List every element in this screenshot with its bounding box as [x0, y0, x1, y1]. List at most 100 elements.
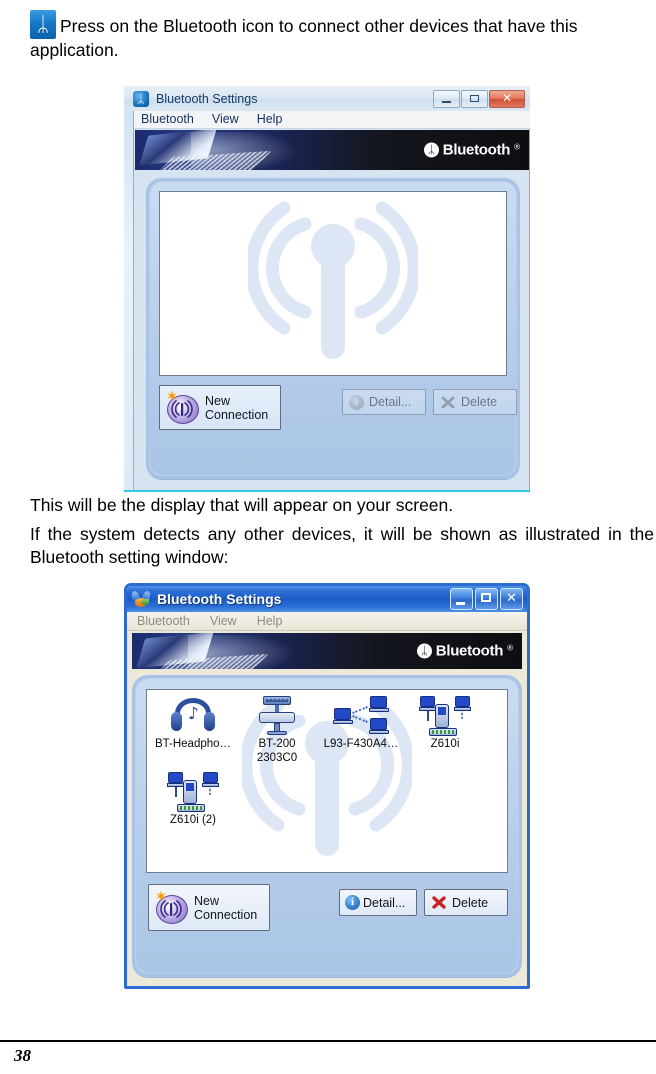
menu-item-help[interactable]: Help	[248, 111, 292, 128]
computer-screen	[420, 696, 435, 707]
network-shape	[333, 696, 389, 736]
printer-shape	[257, 696, 297, 736]
menu-bar[interactable]: Bluetooth View Help	[127, 612, 527, 631]
menu-item-bluetooth[interactable]: Bluetooth	[127, 612, 200, 630]
headphone-cup-left	[171, 712, 182, 731]
new-connection-button[interactable]: ✶ New Connection	[148, 884, 270, 931]
list-item[interactable]: L93-F430A4…	[317, 696, 405, 752]
computer-base	[333, 720, 353, 724]
list-item[interactable]: BT-200 2303C0	[233, 696, 321, 765]
phone-pc-right	[454, 696, 471, 711]
maximize-button[interactable]	[461, 89, 488, 108]
phone-icon	[401, 696, 489, 738]
printer-base	[259, 712, 295, 723]
bluetooth-icon: ᛦ	[30, 10, 56, 39]
close-button[interactable]: ✕	[500, 588, 523, 610]
middle-text-block: This will be the display that will appea…	[30, 494, 654, 571]
new-connection-sparkle: ✶	[166, 388, 178, 405]
list-item[interactable]: ♪ BT-Headpho…	[149, 696, 237, 752]
new-connection-button[interactable]: ✶ New Connection	[159, 385, 281, 430]
phone-glyph	[167, 772, 219, 812]
network-glyph	[333, 696, 389, 736]
phone-stem-left	[427, 711, 429, 721]
window-title: Bluetooth Settings	[156, 91, 258, 106]
close-icon: ✕	[506, 591, 517, 606]
maximize-button[interactable]	[475, 588, 498, 610]
list-item[interactable]: Z610i	[401, 696, 489, 752]
new-connection-icon: ✶	[154, 890, 188, 925]
laptop-graphic	[139, 130, 311, 170]
phone-stem-right	[461, 711, 463, 719]
bluetooth-banner: ᛦ Bluetooth ®	[135, 130, 529, 170]
list-item-label: Z610i	[430, 738, 460, 750]
minimize-button[interactable]	[450, 588, 473, 610]
phone-stem-left	[175, 787, 177, 797]
caption-buttons[interactable]: ✕	[433, 89, 525, 108]
phone-glyph	[419, 696, 471, 736]
window-bottom-accent-line	[124, 490, 530, 492]
handset-screen	[186, 783, 194, 791]
x-mark-svg	[441, 396, 455, 408]
phone-shape	[167, 772, 219, 812]
menu-item-bluetooth[interactable]: Bluetooth	[134, 111, 203, 128]
detail-label: Detail...	[369, 395, 412, 409]
phone-handset	[435, 704, 449, 728]
menu-item-view[interactable]: View	[203, 111, 248, 128]
laptop-glow	[188, 635, 308, 669]
close-button[interactable]: ✕	[489, 89, 525, 108]
bluetooth-glyph: ᛦ	[36, 12, 50, 36]
bluetooth-icon: ᛦ	[423, 142, 439, 158]
network-computers-icon	[317, 696, 405, 738]
device-list[interactable]: ♪ BT-Headpho… BT-200 2303C0 L93-F430A4… …	[146, 689, 508, 873]
phone-pc-left	[167, 772, 184, 787]
registered-mark: ®	[507, 643, 513, 653]
caption-buttons[interactable]: ✕	[450, 588, 523, 610]
x-mark-svg	[432, 896, 446, 909]
new-connection-icon: ✶	[165, 388, 199, 425]
music-note: ♪	[188, 704, 199, 724]
phone-handset	[183, 780, 197, 804]
list-item[interactable]: Z610i (2)	[149, 772, 237, 828]
phone-keys	[432, 730, 454, 734]
phone-shape	[419, 696, 471, 736]
computer-top-right	[369, 696, 389, 712]
bluetooth-brand-text: Bluetooth	[435, 642, 504, 660]
minimize-icon	[442, 100, 451, 103]
bluetooth-settings-icon	[130, 590, 152, 608]
new-connection-label: New Connection	[205, 393, 269, 422]
title-bar[interactable]: Bluetooth Settings ✕	[127, 586, 527, 612]
menu-item-help[interactable]: Help	[247, 612, 293, 630]
laptop-graphic	[136, 633, 308, 669]
bluetooth-icon: ᛦ	[416, 643, 432, 659]
printer-foot	[267, 731, 287, 735]
list-item-label: L93-F430A4…	[323, 738, 399, 750]
registered-mark: ®	[514, 142, 520, 152]
phone-cradle	[177, 804, 205, 812]
bluetooth-icon: ᛦ	[133, 90, 149, 107]
computer-screen	[370, 718, 387, 730]
phone-pc-right	[202, 772, 219, 787]
detail-button[interactable]: i Detail...	[339, 889, 417, 916]
close-icon: ✕	[501, 90, 513, 105]
bluetooth-settings-window-devices[interactable]: Bluetooth Settings ✕ Bluetooth View Help…	[124, 583, 530, 989]
computer-screen	[168, 772, 183, 783]
content-panel: ♪ BT-Headpho… BT-200 2303C0 L93-F430A4… …	[132, 675, 522, 977]
minimize-button[interactable]	[433, 89, 460, 108]
menu-item-view[interactable]: View	[200, 612, 247, 630]
maximize-icon	[481, 593, 491, 602]
list-item-label: BT-200 2303C0	[256, 738, 298, 764]
printer-top	[263, 696, 291, 705]
delete-button[interactable]: Delete	[424, 889, 508, 916]
bluetooth-settings-window-empty[interactable]: ᛦ Bluetooth Settings ✕ Bluetooth View He…	[124, 86, 530, 492]
intro-paragraph: ᛦ Press on the Bluetooth icon to connect …	[30, 10, 654, 62]
handset-screen	[438, 707, 446, 715]
computer-base	[369, 730, 389, 734]
bluetooth-brand-text: Bluetooth	[442, 141, 511, 159]
menu-bar[interactable]: Bluetooth View Help	[134, 111, 530, 129]
delete-button[interactable]: Delete	[433, 389, 517, 415]
title-bar[interactable]: ᛦ Bluetooth Settings ✕	[124, 86, 530, 111]
after-window-paragraph: This will be the display that will appea…	[30, 495, 454, 515]
device-list-empty[interactable]	[159, 191, 507, 376]
headphones-glyph: ♪	[170, 696, 216, 734]
detail-button[interactable]: i Detail...	[342, 389, 426, 415]
